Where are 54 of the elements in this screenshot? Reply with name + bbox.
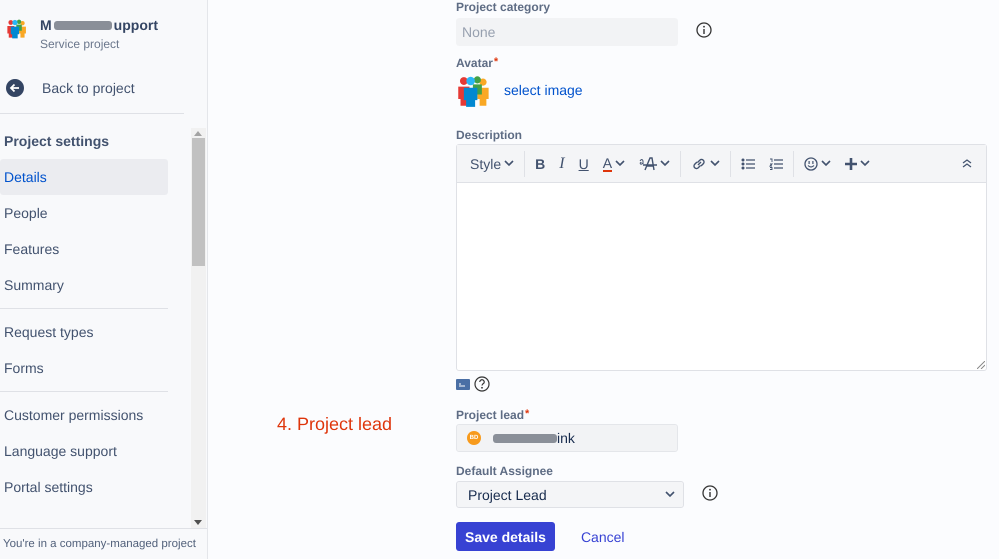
attachment-icon[interactable] bbox=[456, 378, 470, 390]
select-image-link[interactable]: select image bbox=[504, 82, 583, 98]
chevron-down-icon bbox=[710, 160, 720, 167]
sidebar-item[interactable]: Customer permissions bbox=[0, 397, 168, 433]
style-dropdown[interactable]: Style bbox=[463, 150, 522, 176]
footer-note: You're in a company-managed project bbox=[0, 528, 207, 559]
numbered-list-icon bbox=[769, 158, 784, 170]
required-mark: * bbox=[525, 408, 530, 422]
chevron-down-icon bbox=[615, 160, 626, 167]
scrollbar[interactable] bbox=[191, 128, 206, 528]
project-type: Service project bbox=[40, 37, 120, 51]
sidebar-item[interactable]: People bbox=[0, 195, 168, 231]
chevron-down-icon bbox=[504, 160, 514, 167]
text-size-icon bbox=[639, 156, 658, 170]
default-assignee-select[interactable]: Project Lead bbox=[456, 481, 684, 508]
text-color-button[interactable]: A bbox=[596, 150, 632, 176]
resize-grip-icon[interactable] bbox=[977, 361, 985, 369]
info-icon bbox=[702, 485, 718, 501]
collapse-icon[interactable] bbox=[962, 159, 972, 168]
help-icon[interactable] bbox=[474, 376, 490, 392]
field-label: Project lead* bbox=[456, 408, 530, 422]
cancel-button[interactable]: Cancel bbox=[574, 528, 631, 546]
sidebar-item[interactable]: Portal settings bbox=[0, 469, 168, 505]
required-mark: * bbox=[494, 56, 498, 70]
sidebar-item[interactable]: Forms bbox=[0, 350, 168, 386]
field-label: Project category bbox=[456, 0, 552, 14]
bullet-list-icon bbox=[741, 158, 756, 170]
sidebar-item[interactable]: Language support bbox=[0, 433, 168, 469]
scroll-down-icon[interactable] bbox=[194, 520, 202, 525]
italic-button[interactable]: I bbox=[552, 150, 572, 176]
sidebar-item[interactable]: Request types bbox=[0, 314, 168, 350]
sidebar-item[interactable]: Features bbox=[0, 231, 168, 267]
chevron-down-icon bbox=[665, 491, 675, 498]
chevron-down-icon bbox=[860, 160, 870, 167]
sidebar-item[interactable]: Summary bbox=[0, 267, 168, 303]
field-label: Description bbox=[456, 128, 524, 142]
back-link[interactable]: Back to project bbox=[0, 53, 207, 99]
field-label: Default Assignee bbox=[456, 464, 554, 478]
sidebar-item[interactable]: Details bbox=[0, 159, 168, 195]
project-name: M upport bbox=[40, 17, 158, 33]
smiley-icon bbox=[804, 156, 818, 170]
people-icon bbox=[6, 17, 28, 39]
chevron-down-icon bbox=[821, 160, 832, 167]
bold-button[interactable]: B bbox=[528, 150, 552, 176]
description-editor[interactable]: Style B I U A bbox=[456, 144, 987, 371]
save-button[interactable]: Save details bbox=[456, 522, 555, 551]
lead-name: ink bbox=[489, 430, 575, 446]
underline-button[interactable]: U bbox=[572, 150, 596, 176]
annotation-text: 4. Project lead bbox=[277, 414, 392, 435]
chevron-down-icon bbox=[660, 160, 670, 167]
plus-icon bbox=[845, 158, 858, 170]
info-icon bbox=[696, 22, 712, 38]
section-title: Project settings bbox=[3, 132, 110, 151]
field-label: Avatar* bbox=[456, 56, 500, 70]
